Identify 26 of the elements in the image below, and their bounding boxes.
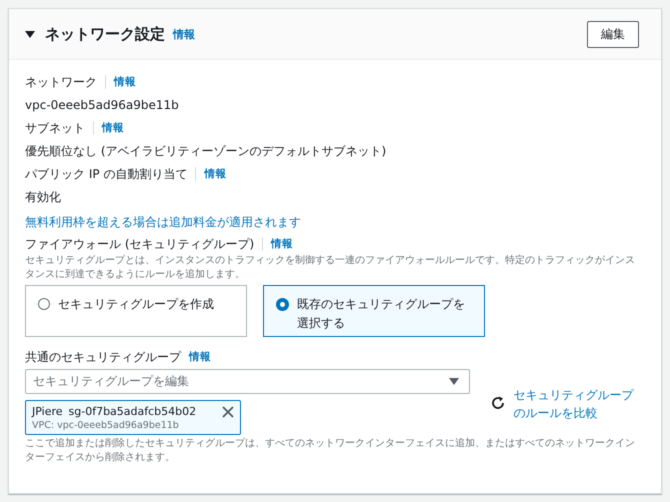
- token-vpc: VPC: vpc-0eeeb5ad96a9be11b: [32, 420, 180, 431]
- field-label: ファイアウォール (セキュリティグループ): [25, 236, 254, 252]
- info-link[interactable]: 情報: [114, 75, 136, 89]
- info-link[interactable]: 情報: [189, 350, 211, 364]
- field-label: サブネット: [25, 120, 85, 136]
- panel-title: ネットワーク設定: [45, 24, 165, 44]
- description-text: セキュリティグループとは、インスタンスのトラフィックを制御する一連のファイアウォールルールです。特定のトラフィックがインスタンスに到達できるようにルールを追加します。: [25, 254, 636, 282]
- compare-rules-link[interactable]: セキュリティグループのルールを比較: [513, 386, 639, 422]
- radio-option[interactable]: セキュリティグループを作成: [25, 285, 247, 337]
- radio-option[interactable]: 既存のセキュリティグループを選択する: [263, 285, 485, 337]
- field-label: パブリック IP の自動割り当て: [25, 166, 188, 182]
- field-value: 有効化: [25, 189, 62, 206]
- info-link[interactable]: 情報: [102, 121, 124, 135]
- token-id: sg-0f7ba5adafcb54b02: [68, 405, 196, 418]
- info-link[interactable]: 情報: [204, 167, 226, 181]
- field-label: 共通のセキュリティグループ: [25, 348, 181, 366]
- field-value: vpc-0eeeb5ad96a9be11b: [25, 97, 180, 114]
- field-value: 優先順位なし (アベイラビリティーゾーンのデフォルトサブネット): [25, 143, 388, 160]
- field-label: ネットワーク: [25, 74, 97, 90]
- note-text: ここで追加または削除したセキュリティグループは、すべてのネットワークインターフェイスに追加、またはすべてのネットワークインターフェイスから削除されます。: [25, 437, 636, 465]
- pricing-link[interactable]: 無料利用枠を超える場合は追加料金が適用されます: [25, 210, 639, 234]
- security-group-dropdown[interactable]: セキュリティグループを編集: [25, 369, 470, 394]
- edit-button[interactable]: 編集: [587, 20, 639, 48]
- info-link[interactable]: 情報: [271, 237, 294, 251]
- info-link[interactable]: 情報: [173, 26, 195, 42]
- token-name: JPiere: [32, 405, 63, 418]
